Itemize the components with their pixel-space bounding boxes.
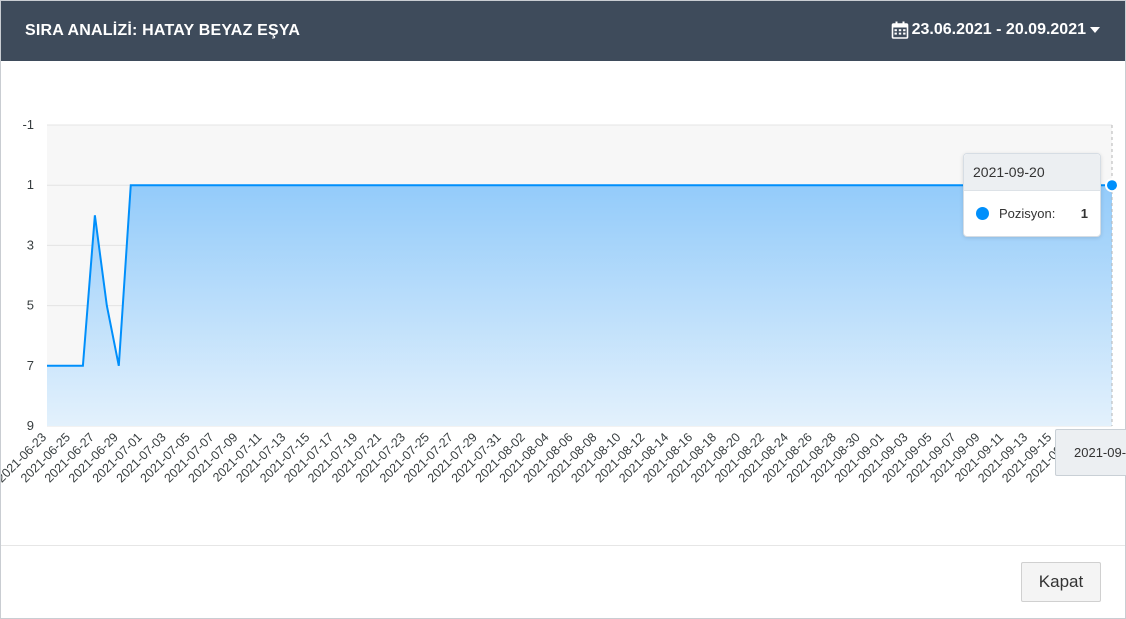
analysis-modal: SIRA ANALİZİ: HATAY BEYAZ EŞYA 23.06.202…	[0, 0, 1126, 619]
calendar-icon	[891, 21, 909, 39]
caret-down-icon	[1089, 25, 1101, 35]
modal-header: SIRA ANALİZİ: HATAY BEYAZ EŞYA 23.06.202…	[1, 1, 1125, 61]
date-range-picker[interactable]: 23.06.2021 - 20.09.2021	[891, 21, 1101, 39]
y-tick-label: -1	[22, 117, 34, 132]
tooltip-value: 1	[1080, 206, 1088, 221]
chart-area: -1 1 3 5 7 9 2021-06-23 2021-06-25 2021-06-27 20…	[0, 62, 1125, 545]
rank-chart: -113579 2021-06-232021-06-252021-06-2720…	[0, 117, 1119, 485]
y-tick-label: 7	[27, 358, 34, 373]
tooltip-row: Pozisyon: 1	[976, 206, 1088, 221]
series-marker-icon	[976, 207, 989, 220]
modal-title: SIRA ANALİZİ: HATAY BEYAZ EŞYA	[25, 22, 301, 39]
y-tick-label: 1	[27, 177, 34, 192]
x-axis-tooltip-text: 2021-09-20	[1074, 445, 1126, 460]
close-button[interactable]: Kapat	[1021, 562, 1101, 602]
data-tooltip: 2021-09-20 Pozisyon: 1	[963, 153, 1101, 237]
hover-point-marker	[1105, 178, 1119, 193]
date-range-text: 23.06.2021 - 20.09.2021	[911, 21, 1086, 38]
y-tick-label: 9	[27, 418, 34, 433]
x-axis-tooltip: 2021-09-20	[1055, 429, 1126, 476]
tooltip-date: 2021-09-20	[964, 154, 1100, 191]
series-area	[47, 185, 1112, 426]
tooltip-series-label: Pozisyon:	[999, 206, 1056, 221]
y-tick-label: 3	[27, 237, 34, 252]
y-tick-label: 5	[27, 298, 34, 313]
modal-footer: Kapat	[1, 545, 1125, 619]
